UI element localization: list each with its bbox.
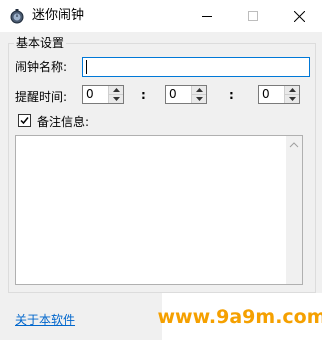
minute-down-button[interactable] xyxy=(192,95,206,103)
scroll-up-icon xyxy=(289,142,299,148)
down-arrow-icon xyxy=(288,97,296,101)
title-bar: 迷你闹钟 xyxy=(0,0,322,32)
minute-value: 0 xyxy=(169,87,177,101)
hour-down-button[interactable] xyxy=(109,95,123,103)
close-icon xyxy=(293,10,305,22)
watermark: www.9a9m.com xyxy=(157,293,322,340)
up-arrow-icon xyxy=(112,88,120,92)
up-arrow-icon xyxy=(288,88,296,92)
time-separator: : xyxy=(229,88,234,102)
note-textarea[interactable] xyxy=(15,135,303,285)
hour-up-button[interactable] xyxy=(109,86,123,95)
hour-value: 0 xyxy=(86,87,94,101)
second-up-button[interactable] xyxy=(285,86,299,95)
note-label: 备注信息: xyxy=(37,115,90,129)
down-arrow-icon xyxy=(195,97,203,101)
time-separator: : xyxy=(141,88,146,102)
minimize-button[interactable] xyxy=(184,0,230,32)
text-caret xyxy=(86,60,87,74)
maximize-icon xyxy=(248,11,258,21)
hour-stepper[interactable]: 0 xyxy=(82,85,124,104)
second-down-button[interactable] xyxy=(285,95,299,103)
remind-time-label: 提醒时间: xyxy=(15,90,68,104)
note-checkbox[interactable] xyxy=(18,114,31,127)
alarm-name-label: 闹钟名称: xyxy=(15,60,68,74)
second-stepper[interactable]: 0 xyxy=(258,85,300,104)
minimize-icon xyxy=(202,16,212,17)
second-value: 0 xyxy=(262,87,270,101)
down-arrow-icon xyxy=(112,97,120,101)
note-scrollbar[interactable] xyxy=(286,136,302,284)
alarm-name-input[interactable] xyxy=(82,57,310,77)
about-link[interactable]: 关于本软件 xyxy=(15,312,75,328)
minute-stepper[interactable]: 0 xyxy=(165,85,207,104)
check-icon xyxy=(20,117,29,125)
close-button[interactable] xyxy=(276,0,322,32)
alarm-app-icon xyxy=(10,9,24,24)
window-title: 迷你闹钟 xyxy=(32,8,85,23)
maximize-button xyxy=(230,0,276,32)
minute-up-button[interactable] xyxy=(192,86,206,95)
group-title: 基本设置 xyxy=(14,35,67,51)
up-arrow-icon xyxy=(195,88,203,92)
